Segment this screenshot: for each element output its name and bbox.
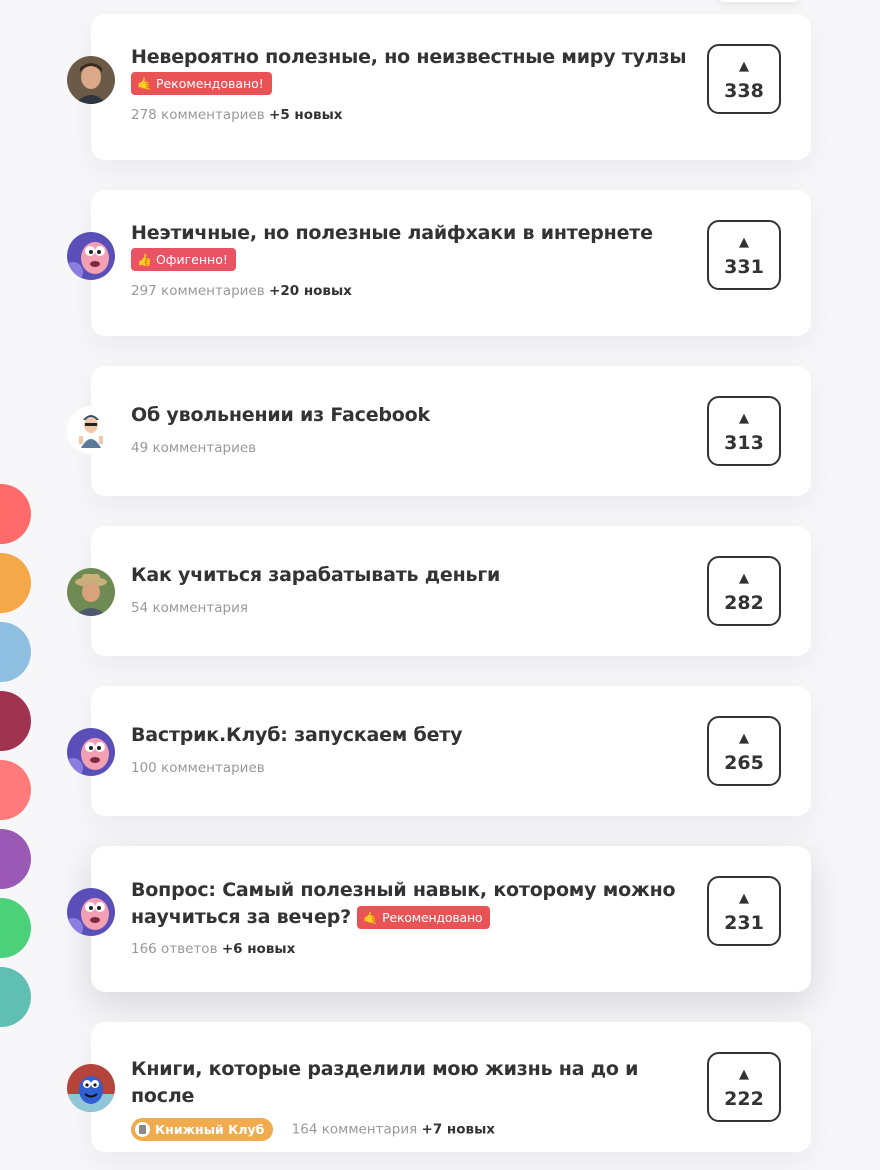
upvote-button[interactable]: ▲ 331	[707, 220, 781, 290]
post-meta[interactable]: Книжный Клуб 164 комментария +7 новых	[131, 1118, 691, 1141]
avatar-pink-worm-icon	[67, 728, 115, 776]
side-dot-salmon[interactable]	[0, 760, 31, 820]
upvote-count: 338	[724, 80, 764, 102]
avatar-pink-worm-icon	[67, 888, 115, 936]
upvote-button[interactable]: ▲ 338	[707, 44, 781, 114]
upvote-arrow-icon: ▲	[739, 731, 749, 746]
post-card[interactable]: Неэтичные, но полезные лайфхаки в интерн…	[67, 190, 811, 336]
comments-count: 54 комментария	[131, 600, 248, 616]
upvote-arrow-icon: ▲	[739, 235, 749, 250]
post-content: Вопрос: Самый полезный навык, которому м…	[131, 877, 691, 957]
author-avatar[interactable]	[67, 1064, 115, 1112]
upvote-count: 231	[724, 912, 764, 934]
side-dot-light-blue[interactable]	[0, 622, 31, 682]
awesome-badge[interactable]: 👍 Офигенно!	[131, 248, 236, 271]
new-comments-count: +5 новых	[269, 107, 343, 123]
post-meta[interactable]: 166 ответов +6 новых	[131, 941, 691, 957]
side-dot-green[interactable]	[0, 898, 31, 958]
upvote-button[interactable]: ▲ 313	[707, 396, 781, 466]
upvote-count: 331	[724, 256, 764, 278]
comments-count: 278 комментариев	[131, 107, 265, 123]
avatar-blue-creature-icon	[67, 1064, 115, 1112]
post-content: Об увольнении из Facebook 49 комментарие…	[131, 402, 691, 456]
upvote-count: 313	[724, 432, 764, 454]
hand-emoji-icon: 🤙	[363, 911, 379, 925]
recommended-badge[interactable]: 🤙 Рекомендовано	[357, 906, 491, 929]
post-title[interactable]: Невероятно полезные, но неизвестные миру…	[131, 44, 691, 71]
author-avatar[interactable]	[67, 888, 115, 936]
post-card[interactable]: Вастрик.Клуб: запускаем бету 100 коммент…	[67, 686, 811, 816]
upvote-arrow-icon: ▲	[739, 891, 749, 906]
comments-count: 49 комментариев	[131, 440, 257, 456]
side-dot-red[interactable]	[0, 484, 31, 544]
post-meta[interactable]: 297 комментариев +20 новых	[131, 283, 691, 299]
post-meta[interactable]: 100 комментариев	[131, 760, 691, 776]
post-title[interactable]: Как учиться зарабатывать деньги	[131, 562, 691, 589]
upvote-count: 222	[724, 1088, 764, 1110]
upvote-button[interactable]: ▲ 265	[707, 716, 781, 786]
new-answers-count: +6 новых	[221, 941, 296, 957]
author-avatar[interactable]	[67, 406, 115, 454]
upvote-arrow-icon: ▲	[739, 59, 749, 74]
post-meta[interactable]: 49 комментариев	[131, 440, 691, 456]
post-title[interactable]: Вопрос: Самый полезный навык, которому м…	[131, 877, 691, 931]
avatar-man-portrait-icon	[67, 56, 115, 104]
author-avatar[interactable]	[67, 56, 115, 104]
post-card[interactable]: Об увольнении из Facebook 49 комментарие…	[67, 366, 811, 496]
new-comments-count: +7 новых	[421, 1121, 495, 1138]
hand-emoji-icon: 🤙	[137, 77, 152, 91]
side-dot-teal[interactable]	[0, 967, 31, 1027]
post-content: Вастрик.Клуб: запускаем бету 100 коммент…	[131, 722, 691, 776]
new-comments-count: +20 новых	[269, 283, 352, 299]
post-meta[interactable]: 54 комментария	[131, 600, 691, 616]
avatar-man-hat-icon	[67, 568, 115, 616]
comments-count: 297 комментариев	[131, 283, 265, 299]
author-avatar[interactable]	[67, 232, 115, 280]
previous-card-edge	[718, 0, 800, 2]
post-meta[interactable]: 278 комментариев +5 новых	[131, 107, 691, 123]
recommended-badge[interactable]: 🤙 Рекомендовано!	[131, 72, 272, 95]
book-club-badge[interactable]: Книжный Клуб	[131, 1118, 274, 1141]
post-title[interactable]: Об увольнении из Facebook	[131, 402, 691, 429]
thumbs-up-icon: 👍	[137, 253, 152, 267]
upvote-count: 282	[724, 592, 764, 614]
post-card[interactable]: Вопрос: Самый полезный навык, которому м…	[67, 846, 811, 992]
post-card[interactable]: Книги, которые разделили мою жизнь на до…	[67, 1022, 811, 1152]
post-card[interactable]: Невероятно полезные, но неизвестные миру…	[67, 14, 811, 160]
comments-count: 164 комментария	[291, 1121, 418, 1138]
upvote-button[interactable]: ▲ 231	[707, 876, 781, 946]
avatar-cartoon-man-icon	[67, 406, 115, 454]
post-title[interactable]: Книги, которые разделили мою жизнь на до…	[131, 1056, 691, 1110]
post-card[interactable]: Как учиться зарабатывать деньги 54 комме…	[67, 526, 811, 656]
side-dot-purple[interactable]	[0, 829, 31, 889]
post-content: Неэтичные, но полезные лайфхаки в интерн…	[131, 220, 691, 299]
upvote-arrow-icon: ▲	[739, 1067, 749, 1082]
book-club-icon	[135, 1122, 150, 1137]
comments-count: 100 комментариев	[131, 760, 265, 776]
answers-count: 166 ответов	[131, 941, 218, 957]
side-dot-maroon[interactable]	[0, 691, 31, 751]
upvote-button[interactable]: ▲ 282	[707, 556, 781, 626]
side-dot-orange[interactable]	[0, 553, 31, 613]
upvote-button[interactable]: ▲ 222	[707, 1052, 781, 1122]
post-title[interactable]: Вастрик.Клуб: запускаем бету	[131, 722, 691, 749]
post-content: Как учиться зарабатывать деньги 54 комме…	[131, 562, 691, 616]
upvote-arrow-icon: ▲	[739, 411, 749, 426]
avatar-pink-worm-icon	[67, 232, 115, 280]
post-content: Невероятно полезные, но неизвестные миру…	[131, 44, 691, 123]
author-avatar[interactable]	[67, 728, 115, 776]
post-content: Книги, которые разделили мою жизнь на до…	[131, 1056, 691, 1141]
post-title[interactable]: Неэтичные, но полезные лайфхаки в интерн…	[131, 220, 691, 247]
upvote-count: 265	[724, 752, 764, 774]
author-avatar[interactable]	[67, 568, 115, 616]
upvote-arrow-icon: ▲	[739, 571, 749, 586]
